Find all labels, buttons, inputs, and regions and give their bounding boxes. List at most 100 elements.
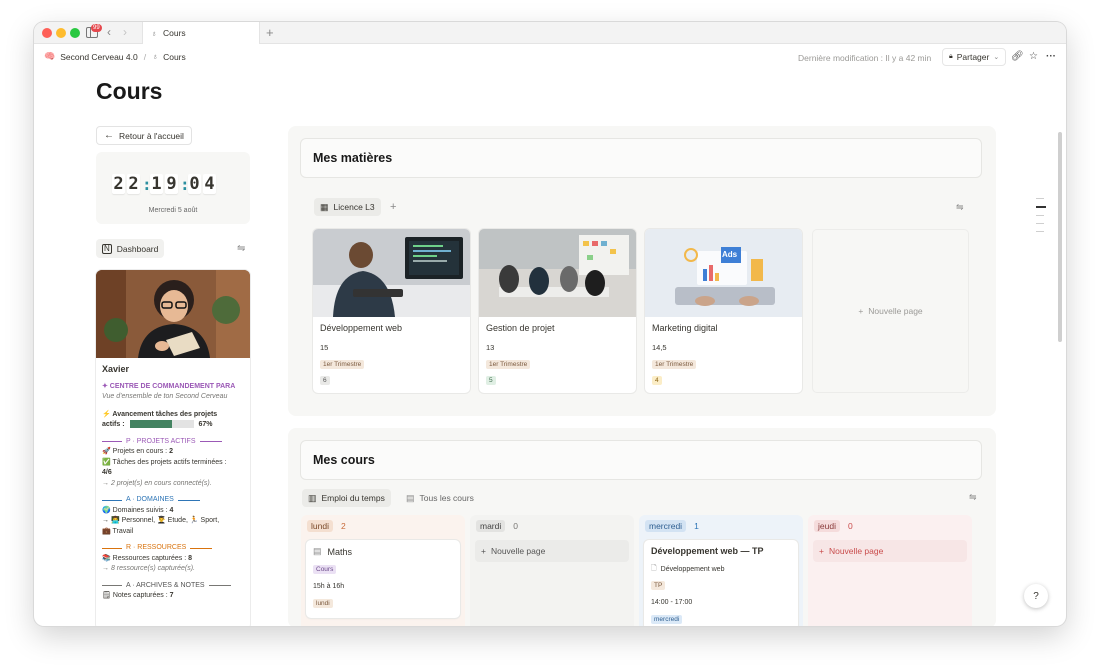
course-link-label: Développement web (660, 566, 725, 573)
clock-digit: 9 (165, 174, 178, 194)
divider-line (190, 547, 213, 549)
progress-label: ⚡ Avancement tâches des projets (102, 410, 218, 418)
resources-section-head: R · RESSOURCES (102, 543, 244, 554)
profile-card: Xavier ✦ CENTRE DE COMMANDEMENT PARA Vue… (96, 270, 250, 626)
clock-digit: 2 (127, 174, 140, 194)
card-title: Développement web (320, 323, 403, 333)
progress-label-2: actifs : (102, 421, 125, 428)
lock-icon: 🔒︎ (949, 53, 953, 60)
settings-sliders-icon[interactable]: ⇋ (237, 243, 245, 254)
subject-card[interactable]: Développement web 15 1er Trimestre 6 (313, 229, 470, 393)
maximize-window-button[interactable] (70, 28, 80, 38)
profile-body: Xavier ✦ CENTRE DE COMMANDEMENT PARA Vue… (96, 358, 250, 608)
view-tab-tous-les-cours[interactable]: ▤ Tous les cours (400, 489, 480, 507)
board-column-mardi: mardi 0 + Nouvelle page (470, 515, 634, 626)
board-column-jeudi: jeudi 0 + Nouvelle page (808, 515, 972, 626)
table-of-contents-minimap[interactable] (1036, 198, 1046, 239)
help-button[interactable]: ? (1024, 584, 1048, 608)
new-page-label: Nouvelle page (868, 306, 923, 316)
tab-cours[interactable]: ♁ Cours (142, 22, 260, 44)
board-column-lundi: lundi 2 ▤ Maths Cours 15h à 16h lundi (301, 515, 465, 626)
tab-label: Cours (163, 28, 186, 38)
page-bulb-icon: ♁ (151, 28, 157, 38)
tasks-done-value: 4/6 (102, 469, 112, 476)
back-home-button[interactable]: ← Retour à l'accueil (96, 126, 192, 145)
course-time: 14:00 - 17:00 (651, 599, 693, 606)
course-title: Développement web — TP (651, 546, 764, 556)
clock-digit: 0 (188, 174, 201, 194)
column-new-page-button[interactable]: + Nouvelle page (475, 540, 629, 562)
notification-badge: 99 (91, 24, 102, 32)
page-topbar: 🧠 Second Cerveau 4.0 / ♁ Cours Dernière … (34, 44, 1066, 70)
toc-line (1036, 222, 1044, 224)
settings-sliders-icon[interactable]: ⇋ (969, 492, 977, 503)
projects-in-progress-label: 🚀 Projets en cours : (102, 448, 168, 455)
column-header: jeudi 0 (814, 520, 853, 532)
tasks-done-label: ✅ Tâches des projets actifs terminées : (102, 458, 227, 466)
clock-colon: : (180, 174, 190, 194)
course-type-tag: Cours (313, 565, 337, 574)
clock-colon: : (142, 174, 152, 194)
clock-widget: 2 2 : 1 9 : 0 4 Mercredi 5 août (96, 152, 250, 224)
divider-line (102, 441, 122, 443)
course-linked-subject[interactable]: 🗋 Développement web (651, 564, 724, 575)
view-tab-emploi-du-temps[interactable]: ▥ Emploi du temps (302, 489, 391, 507)
close-window-button[interactable] (42, 28, 52, 38)
breadcrumb-workspace[interactable]: 🧠 Second Cerveau 4.0 (44, 51, 138, 62)
card-title: Marketing digital (652, 323, 718, 333)
page-title: Cours (96, 78, 163, 104)
course-card[interactable]: ▤ Maths Cours 15h à 16h lundi (306, 540, 460, 618)
clock-digits: 2 2 : 1 9 : 0 4 (112, 174, 216, 194)
tasks-done-value-row: 4/6 (102, 468, 244, 479)
page-content: Cours ← Retour à l'accueil 2 2 : 1 9 : 0… (34, 70, 1066, 626)
star-icon[interactable]: ☆ (1029, 51, 1038, 62)
breadcrumb-workspace-label: Second Cerveau 4.0 (60, 51, 138, 62)
course-card[interactable]: Développement web — TP 🗋 Développement w… (644, 540, 798, 626)
subject-card[interactable]: Ads Marketing digital 14,5 1er Trimestre… (645, 229, 802, 393)
vertical-scrollbar[interactable] (1058, 132, 1062, 342)
arrow-left-icon: ← (104, 130, 114, 141)
profile-name: Xavier (102, 364, 130, 374)
clock-digit: 4 (203, 174, 216, 194)
view-tab-licence-l3[interactable]: ▦ Licence L3 (314, 198, 381, 216)
new-tab-plus-icon[interactable]: + (266, 25, 274, 40)
new-page-label: Nouvelle page (828, 546, 884, 556)
archives-head-label: A · ARCHIVES & NOTES (126, 581, 205, 589)
breadcrumb-page[interactable]: ♁ Cours (152, 52, 186, 62)
card-cover-dev-web (313, 229, 470, 317)
more-options-icon[interactable]: ··· (1046, 51, 1056, 62)
divider-line (102, 499, 122, 501)
projects-in-progress-value: 2 (169, 448, 173, 455)
forward-arrow-icon[interactable]: › (123, 25, 127, 39)
plus-icon: + (481, 546, 486, 556)
add-view-plus-icon[interactable]: + (390, 201, 396, 213)
trimester-tag: 1er Trimestre (652, 360, 697, 369)
resources-captured: 📚 Ressources capturées : 8 (102, 554, 244, 565)
table-icon: ▤ (406, 492, 415, 503)
last-modified-text: Dernière modification : Il y a 42 min (798, 53, 932, 63)
divider-line (208, 585, 231, 587)
breadcrumb: 🧠 Second Cerveau 4.0 / ♁ Cours (44, 51, 186, 62)
clock-date: Mercredi 5 août (148, 207, 198, 214)
share-button[interactable]: 🔒︎ Partager ⌄ (942, 48, 1007, 66)
profile-subtitle: Vue d'ensemble de ton Second Cerveau (102, 393, 228, 400)
notion-icon: N (102, 243, 112, 254)
settings-sliders-icon[interactable]: ⇋ (956, 202, 964, 213)
new-page-card[interactable]: + Nouvelle page (812, 229, 969, 393)
column-new-page-button[interactable]: + Nouvelle page (813, 540, 967, 562)
notes-label: 🗒 Notes capturées : (102, 592, 168, 599)
clock-digit: 1 (150, 174, 163, 194)
subject-card[interactable]: Gestion de projet 13 1er Trimestre 5 (479, 229, 636, 393)
board-column-mercredi: mercredi 1 Développement web — TP 🗋 Déve… (639, 515, 803, 626)
link-icon[interactable]: 🔗︎ (1011, 51, 1024, 62)
progress-bar-fill (129, 420, 173, 429)
card-cover-gestion-projet (479, 229, 636, 317)
minimize-window-button[interactable] (56, 28, 66, 38)
back-arrow-icon[interactable]: ‹ (107, 25, 111, 39)
toc-line (1036, 214, 1044, 216)
progress-percent: 67% (198, 421, 213, 428)
dashboard-view-tab[interactable]: N Dashboard (96, 239, 165, 258)
divider-line (102, 547, 122, 549)
column-header: lundi 2 (307, 520, 346, 532)
count-tag: 5 (486, 376, 496, 385)
